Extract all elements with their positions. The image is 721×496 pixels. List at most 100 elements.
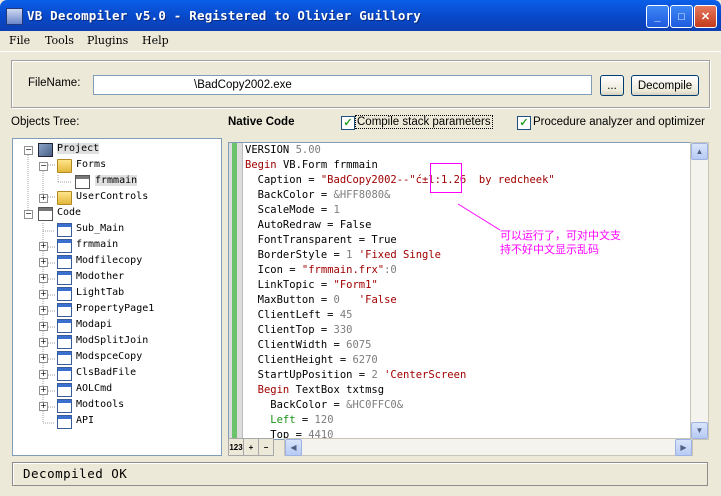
code-line: AutoRedraw = False <box>245 219 372 231</box>
tree-item-label: Modother <box>76 271 125 282</box>
expand-icon[interactable]: + <box>39 306 48 315</box>
code-line: Caption = "BadCopy2002--"ć±l:1.26 by red… <box>245 174 555 186</box>
expand-icon[interactable]: + <box>39 194 48 203</box>
menu-help[interactable]: Help <box>142 34 169 47</box>
tree-item-label: Modfilecopy <box>76 255 143 266</box>
project-icon <box>38 143 53 157</box>
tree-item-label: frmmain <box>95 175 138 186</box>
close-icon: ✕ <box>700 11 711 23</box>
module-icon <box>57 383 72 397</box>
module-icon <box>57 319 72 333</box>
gutter-bar <box>232 143 237 439</box>
scroll-down-icon[interactable]: ▼ <box>691 422 708 439</box>
expand-icon[interactable]: + <box>39 274 48 283</box>
expand-icon[interactable]: + <box>39 370 48 379</box>
code-line: LinkTopic = "Form1" <box>245 279 378 291</box>
close-button[interactable]: ✕ <box>694 5 717 28</box>
code-line: ClientWidth = 6075 <box>245 339 372 351</box>
module-icon <box>57 351 72 365</box>
compile-stack-label[interactable]: Compile stack parameters <box>355 115 493 129</box>
procedure-analyzer-label[interactable]: Procedure analyzer and optimizer <box>533 116 705 128</box>
code-line: MaxButton = 0 'False <box>245 294 397 306</box>
collapse-icon[interactable]: − <box>24 210 33 219</box>
module-icon <box>57 415 72 429</box>
collapse-icon[interactable]: − <box>24 146 33 155</box>
menu-bar: File Tools Plugins Help <box>0 31 721 52</box>
code-icon <box>38 207 53 221</box>
objects-tree-label: Objects Tree: <box>11 116 80 128</box>
collapse-icon[interactable]: − <box>39 162 48 171</box>
code-line: ScaleMode = 1 <box>245 204 340 216</box>
view-mode-icon[interactable]: 123 <box>228 438 244 456</box>
maximize-button[interactable]: □ <box>670 5 693 28</box>
tree-item-label: LightTab <box>76 287 125 298</box>
menu-tools[interactable]: Tools <box>45 34 74 47</box>
module-icon <box>57 255 72 269</box>
code-line: Icon = "frmmain.frx":0 <box>245 264 397 276</box>
tree-item-label: PropertyPage1 <box>76 303 155 314</box>
title-bar[interactable]: VB Decompiler v5.0 - Registered to Olivi… <box>0 0 721 31</box>
menu-plugins[interactable]: Plugins <box>87 34 128 47</box>
expand-icon[interactable]: + <box>39 402 48 411</box>
horizontal-scrollbar[interactable]: ◀ ▶ <box>284 438 693 456</box>
expand-icon[interactable]: + <box>39 386 48 395</box>
tree-item-label: Modtools <box>76 399 125 410</box>
vertical-scrollbar[interactable]: ▲ ▼ <box>690 142 709 440</box>
maximize-icon: □ <box>678 10 685 23</box>
form-icon <box>75 175 90 189</box>
tree-item-label: ModspceCopy <box>76 351 143 362</box>
status-text: Decompiled OK <box>23 466 128 481</box>
scroll-up-icon[interactable]: ▲ <box>691 143 708 160</box>
code-line: Begin TextBox txtmsg <box>245 384 385 396</box>
browse-button[interactable]: ... <box>600 75 624 96</box>
expand-all-icon[interactable]: + <box>243 438 259 456</box>
tree-item-label: Forms <box>76 159 107 170</box>
procedure-analyzer-checkbox[interactable]: ✓ <box>517 116 531 130</box>
code-line: ClientHeight = 6270 <box>245 354 378 366</box>
module-icon <box>57 399 72 413</box>
tree-item-label: ClsBadFile <box>76 367 137 378</box>
code-line: StartUpPosition = 2 'CenterScreen <box>245 369 467 381</box>
compile-stack-checkbox[interactable]: ✓ <box>341 116 355 130</box>
expand-icon[interactable]: + <box>39 258 48 267</box>
code-line: BorderStyle = 1 'Fixed Single <box>245 249 441 261</box>
folder-open-icon <box>57 159 72 173</box>
expand-icon[interactable]: + <box>39 338 48 347</box>
code-line: Left = 120 <box>245 414 334 426</box>
code-line: FontTransparent = True <box>245 234 397 246</box>
module-icon <box>57 223 72 237</box>
menu-file[interactable]: File <box>9 34 30 47</box>
minimize-icon: _ <box>654 10 661 23</box>
expand-icon[interactable]: + <box>39 354 48 363</box>
filename-input[interactable]: \BadCopy2002.exe <box>93 75 592 95</box>
module-icon <box>57 239 72 253</box>
module-icon <box>57 287 72 301</box>
decompile-button[interactable]: Decompile <box>631 75 699 96</box>
objects-tree[interactable]: − Project − Forms frmmain + UserControls… <box>12 138 222 456</box>
tree-item-label: Sub_Main <box>76 223 125 234</box>
tree-item-label: UserControls <box>76 191 149 202</box>
native-code-label: Native Code <box>228 116 295 128</box>
expand-icon[interactable]: + <box>39 242 48 251</box>
code-gutter <box>229 143 243 439</box>
code-line: ClientTop = 330 <box>245 324 353 336</box>
collapse-all-icon[interactable]: − <box>258 438 274 456</box>
filename-label: FileName: <box>28 77 81 89</box>
scroll-right-icon[interactable]: ▶ <box>675 439 692 456</box>
tree-item-label: Code <box>57 207 82 218</box>
tree-item-label: Project <box>57 143 100 154</box>
annotation-note: 可以运行了，可对中文支持不好中文显示乱码 <box>500 229 630 257</box>
code-line: BackColor = &HFF8080& <box>245 189 391 201</box>
scroll-left-icon[interactable]: ◀ <box>285 439 302 456</box>
expand-icon[interactable]: + <box>39 290 48 299</box>
filename-value: \BadCopy2002.exe <box>194 79 292 91</box>
status-bar: Decompiled OK <box>12 462 708 486</box>
expand-icon[interactable]: + <box>39 322 48 331</box>
tree-item-label: AOLCmd <box>76 383 113 394</box>
code-line: VERSION 5.00 <box>245 144 321 156</box>
tree-item-label: API <box>76 415 95 426</box>
app-icon <box>6 8 23 25</box>
folder-icon <box>57 191 72 205</box>
tree-item-label: frmmain <box>76 239 119 250</box>
minimize-button[interactable]: _ <box>646 5 669 28</box>
